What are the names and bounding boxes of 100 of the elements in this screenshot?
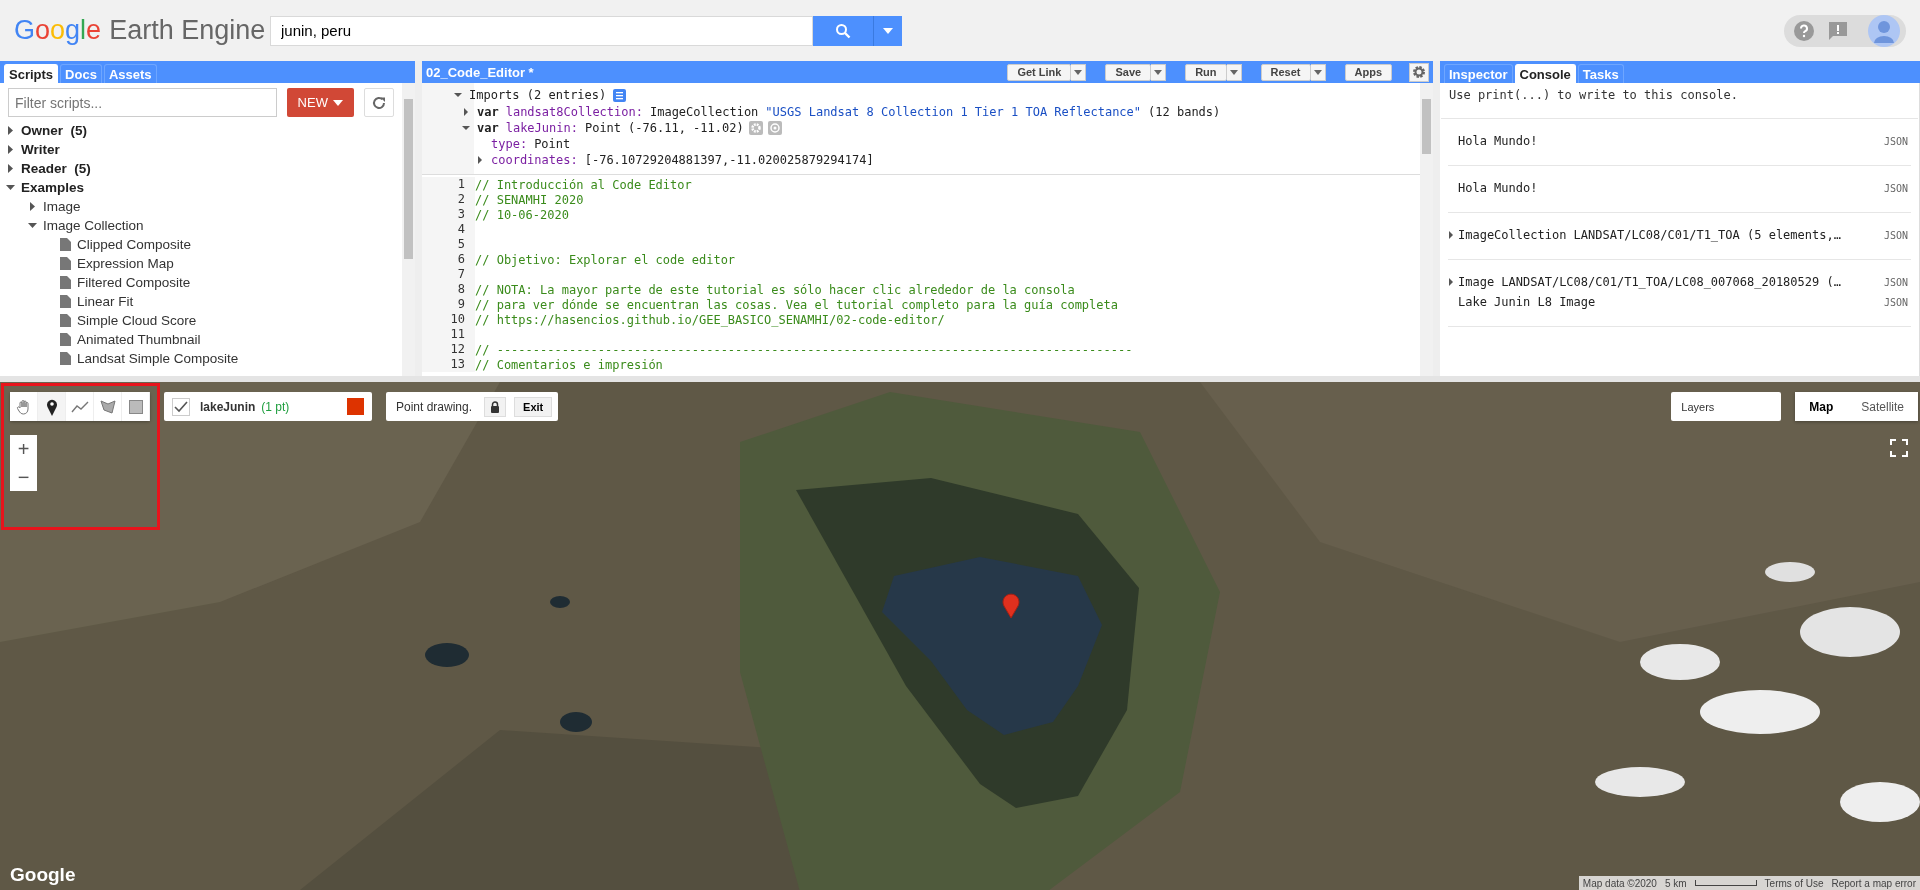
search-dropdown-button[interactable] xyxy=(873,15,902,46)
refresh-button[interactable] xyxy=(364,88,394,117)
expand-arrow-icon[interactable] xyxy=(462,108,470,116)
console-output: Hola Mundo! xyxy=(1458,181,1539,195)
code-comment: // https://hasencios.github.io/GEE_BASICO_SENAMHI/02-code-editor/ xyxy=(475,312,945,327)
file-icon xyxy=(60,276,71,289)
map-type-button[interactable]: Satellite xyxy=(1847,392,1918,421)
layers-dropdown[interactable]: Layers xyxy=(1671,392,1782,421)
map-attribution: Map data ©2020 xyxy=(1582,877,1657,889)
tree-folder[interactable]: Owner (5) xyxy=(21,123,88,138)
property-value: Point xyxy=(534,137,571,151)
caret-icon xyxy=(883,27,893,34)
avatar-icon[interactable] xyxy=(1868,14,1900,47)
json-link[interactable]: JSON xyxy=(1883,276,1911,288)
layer-checkbox[interactable] xyxy=(172,397,190,416)
imports-header: Imports (2 entries) xyxy=(469,88,607,102)
panel-tab[interactable]: Scripts xyxy=(4,64,59,83)
line-number: 12 xyxy=(422,342,475,357)
scrollbar[interactable] xyxy=(1420,83,1433,376)
document-icon[interactable] xyxy=(613,88,627,102)
console-output: Image LANDSAT/LC08/C01/T1_TOA/LC08_007068_20180529 (… xyxy=(1458,275,1842,289)
script-item[interactable]: Simple Cloud Score xyxy=(77,313,197,328)
toolbar-button[interactable]: Reset xyxy=(1260,63,1311,81)
map-type-button[interactable]: Map xyxy=(1795,392,1848,421)
report-link[interactable]: Report a map error xyxy=(1831,877,1916,889)
terms-link[interactable]: Terms of Use xyxy=(1764,877,1824,889)
file-icon xyxy=(60,352,71,365)
point-tool-button[interactable] xyxy=(38,392,66,421)
line-number: 3 xyxy=(422,207,475,222)
console-output: Hola Mundo! xyxy=(1458,134,1539,148)
settings-button[interactable] xyxy=(1409,62,1429,82)
line-number: 9 xyxy=(422,297,475,312)
expand-arrow-icon[interactable] xyxy=(6,126,15,135)
tree-folder[interactable]: Reader (5) xyxy=(21,161,91,176)
scrollbar[interactable] xyxy=(402,83,415,376)
layer-color-swatch[interactable] xyxy=(347,398,364,415)
expand-arrow-icon[interactable] xyxy=(454,91,462,99)
dropdown-button[interactable] xyxy=(1310,63,1326,81)
json-link[interactable]: JSON xyxy=(1883,135,1911,147)
drawing-status: Point drawing. xyxy=(396,399,473,414)
exit-button[interactable]: Exit xyxy=(514,396,553,417)
expand-arrow-icon[interactable] xyxy=(28,221,37,230)
expand-arrow-icon[interactable] xyxy=(476,156,484,164)
variable-detail: (12 bands) xyxy=(1148,105,1221,119)
expand-arrow-icon[interactable] xyxy=(1448,231,1454,239)
search-field[interactable]: junin, peru xyxy=(270,15,813,46)
caret-icon xyxy=(1074,69,1083,75)
polygon-tool-button[interactable] xyxy=(94,392,122,421)
script-item[interactable]: Filtered Composite xyxy=(77,275,191,290)
line-number: 2 xyxy=(422,192,475,207)
script-item[interactable]: Expression Map xyxy=(77,256,174,271)
dropdown-button[interactable] xyxy=(1151,63,1167,81)
marker-icon xyxy=(45,397,58,416)
toolbar-button[interactable]: Get Link xyxy=(1007,63,1072,81)
variable-detail: (-76.11, -11.02) xyxy=(628,121,744,135)
line-number: 8 xyxy=(422,282,475,297)
feedback-icon[interactable] xyxy=(1828,20,1848,41)
line-number: 1 xyxy=(422,177,475,192)
code-comment: // ---------------------------------------------------------------------------------------- xyxy=(475,342,1133,357)
dropdown-button[interactable] xyxy=(1071,63,1087,81)
json-link[interactable]: JSON xyxy=(1883,182,1911,194)
expand-arrow-icon[interactable] xyxy=(462,124,470,132)
filter-field[interactable]: Filter scripts... xyxy=(8,88,277,117)
toolbar-button[interactable]: Save xyxy=(1105,63,1152,81)
line-icon xyxy=(70,400,89,413)
tree-folder[interactable]: Image Collection xyxy=(43,218,144,233)
search-button[interactable] xyxy=(813,15,873,46)
tree-folder[interactable]: Examples xyxy=(21,180,85,195)
dropdown-button[interactable] xyxy=(1226,63,1242,81)
json-link[interactable]: JSON xyxy=(1883,229,1911,241)
json-link[interactable]: JSON xyxy=(1883,296,1911,308)
layer-count: (1 pt) xyxy=(261,399,290,414)
variable-type: Point xyxy=(584,121,622,135)
rectangle-tool-button[interactable] xyxy=(122,392,150,421)
new-script-button[interactable]: NEW xyxy=(286,88,354,117)
google-logo: Google xyxy=(10,864,76,886)
script-item[interactable]: Animated Thumbnail xyxy=(77,332,201,347)
tree-folder[interactable]: Image xyxy=(43,199,81,214)
dataset-string: "USGS Landsat 8 Collection 1 Tier 1 TOA Reflectance" xyxy=(765,105,1142,119)
panel-tab[interactable]: Console xyxy=(1514,64,1576,83)
toolbar-button[interactable]: Apps xyxy=(1344,63,1392,81)
file-icon xyxy=(60,257,71,270)
script-item[interactable]: Landsat Simple Composite xyxy=(77,351,239,366)
line-tool-button[interactable] xyxy=(66,392,94,421)
script-item[interactable]: Linear Fit xyxy=(77,294,134,309)
script-title: 02_Code_Editor * xyxy=(426,64,534,80)
toolbar-button[interactable]: Run xyxy=(1185,63,1227,81)
fullscreen-icon[interactable] xyxy=(1890,439,1908,457)
caret-icon xyxy=(332,99,343,106)
expand-arrow-icon[interactable] xyxy=(6,145,15,154)
expand-arrow-icon[interactable] xyxy=(28,202,37,211)
expand-arrow-icon[interactable] xyxy=(6,183,15,192)
help-icon[interactable] xyxy=(1794,20,1814,41)
expand-arrow-icon[interactable] xyxy=(6,164,15,173)
script-item[interactable]: Clipped Composite xyxy=(77,237,192,252)
tree-folder[interactable]: Writer xyxy=(21,142,60,157)
expand-arrow-icon[interactable] xyxy=(1448,278,1454,286)
map-marker-icon[interactable] xyxy=(1002,593,1020,619)
polygon-icon xyxy=(99,399,116,414)
lock-button[interactable] xyxy=(484,396,507,417)
